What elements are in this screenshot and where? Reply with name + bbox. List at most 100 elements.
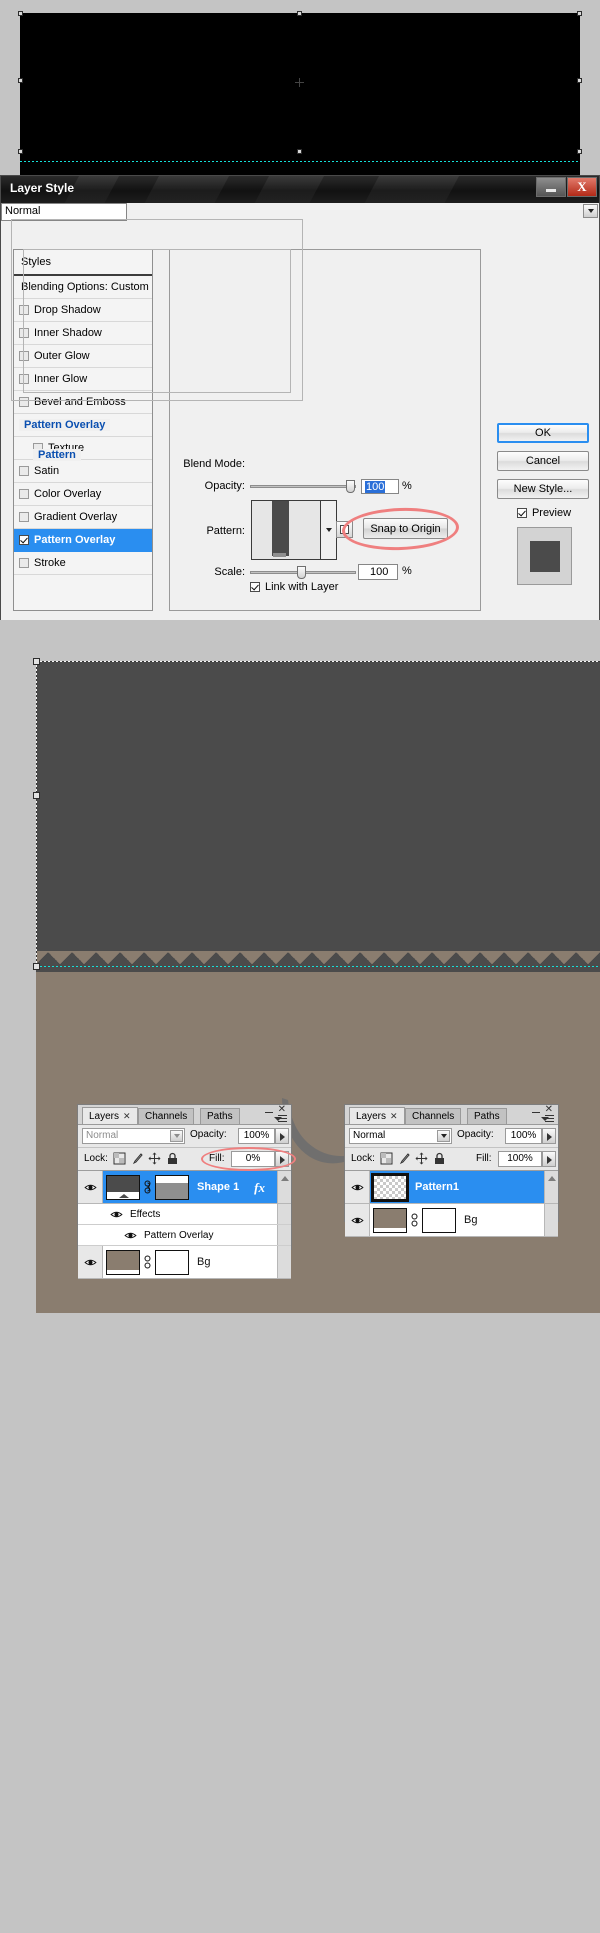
transform-handle-tl[interactable] — [18, 11, 23, 16]
fill-stepper-right[interactable] — [542, 1151, 556, 1167]
layer-row-bg-right[interactable]: Bg — [345, 1204, 558, 1237]
lock-transparency-icon[interactable] — [113, 1152, 126, 1165]
transform-handle-mr[interactable] — [577, 78, 582, 83]
lock-transparency-icon[interactable] — [380, 1152, 393, 1165]
panel-scrollbar-right[interactable] — [544, 1171, 558, 1203]
opacity-input[interactable]: 100 — [361, 479, 399, 494]
preview-checkbox-row[interactable]: Preview — [497, 507, 591, 519]
link-icon[interactable] — [142, 1180, 153, 1194]
close-button[interactable]: X — [567, 177, 597, 197]
layer-thumbnail-shape[interactable] — [106, 1174, 140, 1200]
transform-handle-tr[interactable] — [577, 11, 582, 16]
layer-vector-mask-thumbnail[interactable] — [155, 1174, 189, 1200]
panel-minimize-icon[interactable] — [532, 1106, 541, 1115]
tab-close-icon[interactable]: ✕ — [390, 1111, 398, 1121]
layer-thumbnail-bg-right[interactable] — [373, 1207, 407, 1233]
layer-mask-thumbnail-bg-left[interactable] — [155, 1249, 189, 1275]
transform-handle-bl[interactable] — [18, 149, 23, 154]
layer-thumbnail-bg-left[interactable] — [106, 1249, 140, 1275]
preview-checkbox[interactable] — [516, 508, 527, 518]
layer-thumbnail-pattern1[interactable] — [371, 1172, 409, 1202]
lock-all-icon[interactable] — [433, 1152, 446, 1165]
layer-row-bg-left[interactable]: Bg — [78, 1246, 291, 1279]
layer-effects-row[interactable]: Effects — [78, 1204, 291, 1225]
styles-item-color-overlay[interactable]: Color Overlay — [14, 483, 152, 506]
panel-scrollbar-right[interactable] — [544, 1204, 558, 1236]
layer-opacity-stepper-left[interactable] — [275, 1128, 289, 1144]
transform-handle-tc[interactable] — [297, 11, 302, 16]
ok-button[interactable]: OK — [497, 423, 589, 443]
mid-anchor-top-left[interactable] — [33, 658, 40, 665]
chevron-down-icon[interactable] — [170, 1130, 183, 1142]
pattern-picker-dropdown[interactable] — [321, 500, 337, 560]
dialog-titlebar[interactable]: Layer Style X — [1, 176, 599, 203]
fx-icon[interactable]: fx — [254, 1180, 265, 1196]
styles-item-pattern-overlay[interactable]: Pattern Overlay — [14, 529, 152, 552]
panel-close-icon[interactable]: ✕ — [278, 1105, 286, 1115]
opacity-slider-knob[interactable] — [346, 480, 355, 493]
scale-input[interactable]: 100 — [358, 564, 398, 580]
chevron-down-icon[interactable] — [437, 1130, 450, 1142]
panel-scrollbar-left[interactable] — [277, 1225, 291, 1245]
layer-blend-mode-select-right[interactable]: Normal — [349, 1128, 452, 1144]
minimize-button[interactable] — [536, 177, 566, 197]
link-icon[interactable] — [142, 1255, 153, 1269]
tab-close-icon[interactable]: ✕ — [123, 1111, 131, 1121]
panel-minimize-icon[interactable] — [265, 1106, 274, 1115]
styles-item-checkbox[interactable] — [19, 535, 29, 545]
opacity-slider-track[interactable] — [250, 485, 356, 488]
panel-menu-icon[interactable] — [541, 1115, 554, 1124]
transform-handle-ml[interactable] — [18, 78, 23, 83]
layer-visibility-toggle[interactable] — [78, 1246, 103, 1278]
pattern-swatch[interactable] — [251, 500, 321, 560]
transform-handle-bc[interactable] — [297, 149, 302, 154]
eye-icon[interactable] — [124, 1231, 137, 1240]
panel-scrollbar-left[interactable] — [277, 1204, 291, 1224]
scale-slider-knob[interactable] — [297, 566, 306, 579]
fill-value-right[interactable]: 100% — [498, 1151, 542, 1167]
lock-paint-icon[interactable] — [398, 1152, 411, 1165]
layer-visibility-toggle[interactable] — [78, 1171, 103, 1203]
tab-paths[interactable]: Paths — [200, 1108, 240, 1124]
transform-center-point-icon[interactable] — [295, 78, 304, 87]
cancel-button[interactable]: Cancel — [497, 451, 589, 471]
lock-all-icon[interactable] — [166, 1152, 179, 1165]
layer-opacity-stepper-right[interactable] — [542, 1128, 556, 1144]
styles-item-gradient-overlay[interactable]: Gradient Overlay — [14, 506, 152, 529]
new-style-button[interactable]: New Style... — [497, 479, 589, 499]
layer-blend-mode-select-left[interactable]: Normal — [82, 1128, 185, 1144]
styles-item-checkbox[interactable] — [19, 558, 29, 568]
styles-item-stroke[interactable]: Stroke — [14, 552, 152, 575]
chevron-down-icon[interactable] — [583, 204, 598, 218]
layer-row-pattern1[interactable]: Pattern1 — [345, 1171, 558, 1204]
layer-visibility-toggle[interactable] — [345, 1204, 370, 1236]
panel-menu-icon[interactable] — [274, 1115, 287, 1124]
layer-mask-thumbnail-bg-right[interactable] — [422, 1207, 456, 1233]
layer-row-shape1[interactable]: Shape 1 fx — [78, 1171, 291, 1204]
styles-item-checkbox[interactable] — [19, 466, 29, 476]
lock-move-icon[interactable] — [148, 1152, 161, 1165]
layer-opacity-value-right[interactable]: 100% — [505, 1128, 542, 1144]
tab-paths[interactable]: Paths — [467, 1108, 507, 1124]
link-icon[interactable] — [409, 1213, 420, 1227]
layer-effect-pattern-overlay-row[interactable]: Pattern Overlay — [78, 1225, 291, 1246]
mid-anchor-bottom-left[interactable] — [33, 963, 40, 970]
styles-item-checkbox[interactable] — [19, 489, 29, 499]
styles-item-satin[interactable]: Satin — [14, 460, 152, 483]
tab-layers[interactable]: Layers ✕ — [349, 1107, 405, 1124]
tab-channels[interactable]: Channels — [405, 1108, 462, 1124]
layer-opacity-value-left[interactable]: 100% — [238, 1128, 275, 1144]
layer-visibility-toggle[interactable] — [345, 1171, 370, 1203]
lock-move-icon[interactable] — [415, 1152, 428, 1165]
styles-item-checkbox[interactable] — [19, 512, 29, 522]
panel-close-icon[interactable]: ✕ — [545, 1105, 553, 1115]
link-with-layer-row[interactable]: Link with Layer — [250, 581, 338, 593]
link-with-layer-checkbox[interactable] — [250, 582, 260, 592]
panel-scrollbar-left[interactable] — [277, 1171, 291, 1203]
eye-icon[interactable] — [110, 1210, 123, 1219]
panel-scrollbar-left[interactable] — [277, 1246, 291, 1278]
tab-channels[interactable]: Channels — [138, 1108, 195, 1124]
lock-paint-icon[interactable] — [131, 1152, 144, 1165]
mid-anchor-mid-left[interactable] — [33, 792, 40, 799]
transform-handle-br[interactable] — [577, 149, 582, 154]
